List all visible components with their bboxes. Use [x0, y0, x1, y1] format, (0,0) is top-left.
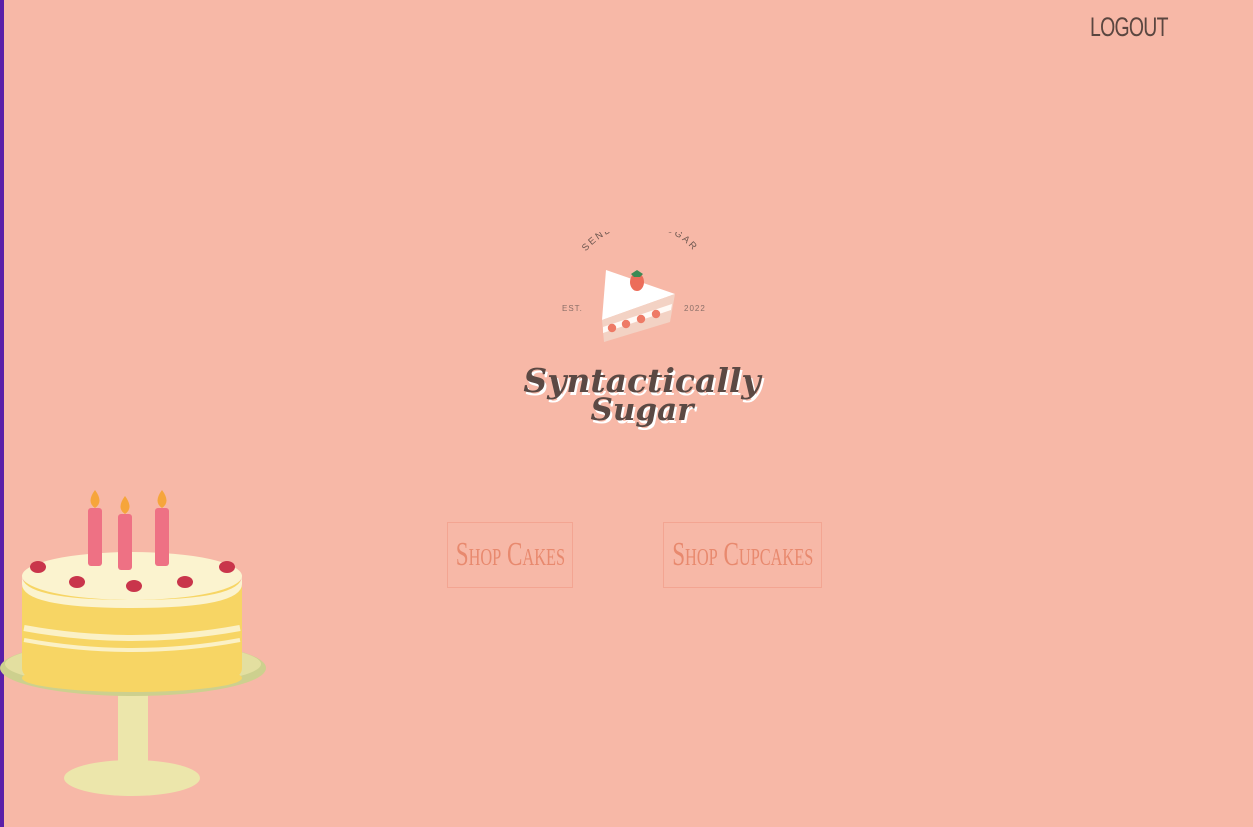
- shop-cakes-label: Shop Cakes: [455, 536, 565, 573]
- svg-text:SEND SOME SUGAR: SEND SOME SUGAR: [580, 232, 700, 254]
- shop-cakes-button[interactable]: Shop Cakes: [447, 522, 573, 588]
- shop-cupcakes-label: Shop Cupcakes: [671, 536, 814, 573]
- logout-link[interactable]: LOGOUT: [1090, 12, 1168, 43]
- brand-name-line2: Sugar: [590, 392, 696, 428]
- brand-logo: SEND SOME SUGAR EST. 2022 Syntactically …: [520, 218, 765, 442]
- shop-cupcakes-button[interactable]: Shop Cupcakes: [663, 522, 822, 588]
- logo-est-year: 2022: [684, 304, 706, 313]
- logo-tagline: SEND SOME SUGAR: [580, 218, 698, 254]
- logo-est-label: EST.: [562, 304, 583, 313]
- birthday-cake-illustration: [0, 488, 270, 798]
- birthday-cake-icon: [0, 490, 266, 796]
- cake-slice-logo-icon: SEND SOME SUGAR EST. 2022 Syntactically …: [523, 218, 765, 431]
